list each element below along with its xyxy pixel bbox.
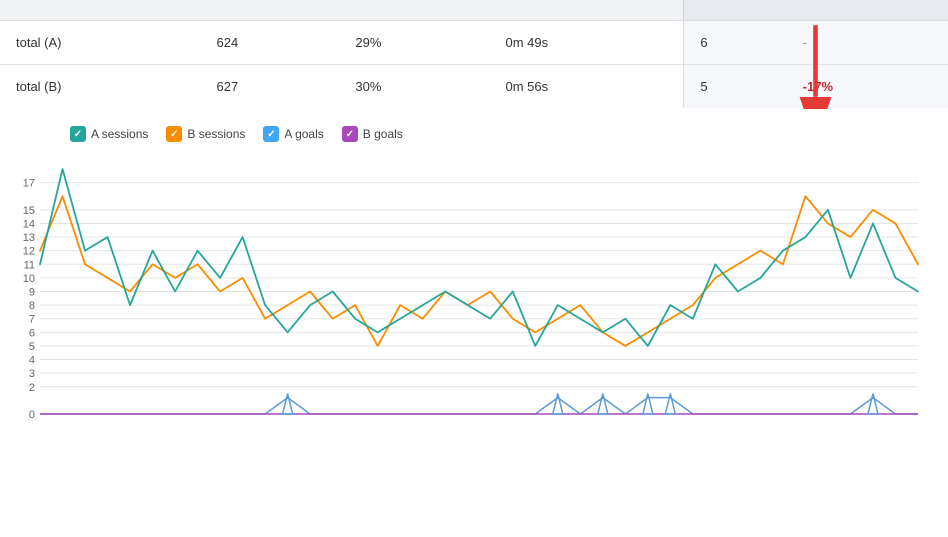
legend-icon: ✓ xyxy=(263,126,279,142)
table-row: total (A) 624 29% 0m 49s 6 - xyxy=(0,21,948,65)
svg-text:4: 4 xyxy=(29,355,35,367)
main-chart: 0 2 34 5 67 89 10 1112 13 1415 17 xyxy=(0,154,948,444)
legend-label: A goals xyxy=(284,127,323,141)
svg-text:7: 7 xyxy=(29,314,35,326)
svg-text:5: 5 xyxy=(29,341,35,353)
cell-goal: 5 xyxy=(684,65,787,109)
chart-section: ✓ A sessions ✓ B sessions ✓ A goals ✓ B … xyxy=(0,108,948,444)
data-table-section: total (A) 624 29% 0m 49s 6 - total (B) 6… xyxy=(0,0,948,108)
legend-icon: ✓ xyxy=(70,126,86,142)
col-header-sessions xyxy=(201,0,340,21)
legend-item: ✓ A goals xyxy=(263,126,323,142)
legend-label: A sessions xyxy=(91,127,148,141)
svg-text:6: 6 xyxy=(29,327,35,339)
chart-wrapper: 0 2 34 5 67 89 10 1112 13 1415 17 xyxy=(0,154,948,444)
svg-text:11: 11 xyxy=(24,259,35,271)
cell-scrolls: 30% xyxy=(339,65,489,109)
legend-item: ✓ B goals xyxy=(342,126,403,142)
col-header-goal xyxy=(684,0,787,21)
cell-avg-session: 0m 56s xyxy=(490,65,684,109)
svg-text:13: 13 xyxy=(23,232,35,244)
svg-text:15: 15 xyxy=(23,205,35,217)
cell-scrolls: 29% xyxy=(339,21,489,65)
col-header-variants xyxy=(0,0,201,21)
cell-sessions: 624 xyxy=(201,21,340,65)
svg-text:10: 10 xyxy=(23,273,35,285)
cell-variant: total (B) xyxy=(0,65,201,109)
legend-item: ✓ B sessions xyxy=(166,126,245,142)
svg-text:8: 8 xyxy=(29,300,35,312)
svg-text:14: 14 xyxy=(23,218,35,230)
cell-improvement: -17% xyxy=(787,65,948,109)
col-header-scrolls xyxy=(339,0,489,21)
svg-text:0: 0 xyxy=(29,409,35,421)
legend-label: B goals xyxy=(363,127,403,141)
legend-label: B sessions xyxy=(187,127,245,141)
cell-improvement: - xyxy=(787,21,948,65)
chart-header: ✓ A sessions ✓ B sessions ✓ A goals ✓ B … xyxy=(0,126,948,142)
svg-text:17: 17 xyxy=(23,178,35,190)
cell-avg-session: 0m 49s xyxy=(490,21,684,65)
svg-text:3: 3 xyxy=(29,368,35,380)
cell-goal: 6 xyxy=(684,21,787,65)
chart-legend: ✓ A sessions ✓ B sessions ✓ A goals ✓ B … xyxy=(70,126,403,142)
svg-text:12: 12 xyxy=(23,246,35,258)
table-row: total (B) 627 30% 0m 56s 5 -17% xyxy=(0,65,948,109)
legend-item: ✓ A sessions xyxy=(70,126,148,142)
legend-icon: ✓ xyxy=(166,126,182,142)
col-header-avg-session xyxy=(490,0,684,21)
svg-text:2: 2 xyxy=(29,382,35,394)
svg-text:9: 9 xyxy=(29,287,35,299)
cell-sessions: 627 xyxy=(201,65,340,109)
variants-table: total (A) 624 29% 0m 49s 6 - total (B) 6… xyxy=(0,0,948,108)
legend-icon: ✓ xyxy=(342,126,358,142)
cell-variant: total (A) xyxy=(0,21,201,65)
col-header-improvement xyxy=(787,0,948,21)
